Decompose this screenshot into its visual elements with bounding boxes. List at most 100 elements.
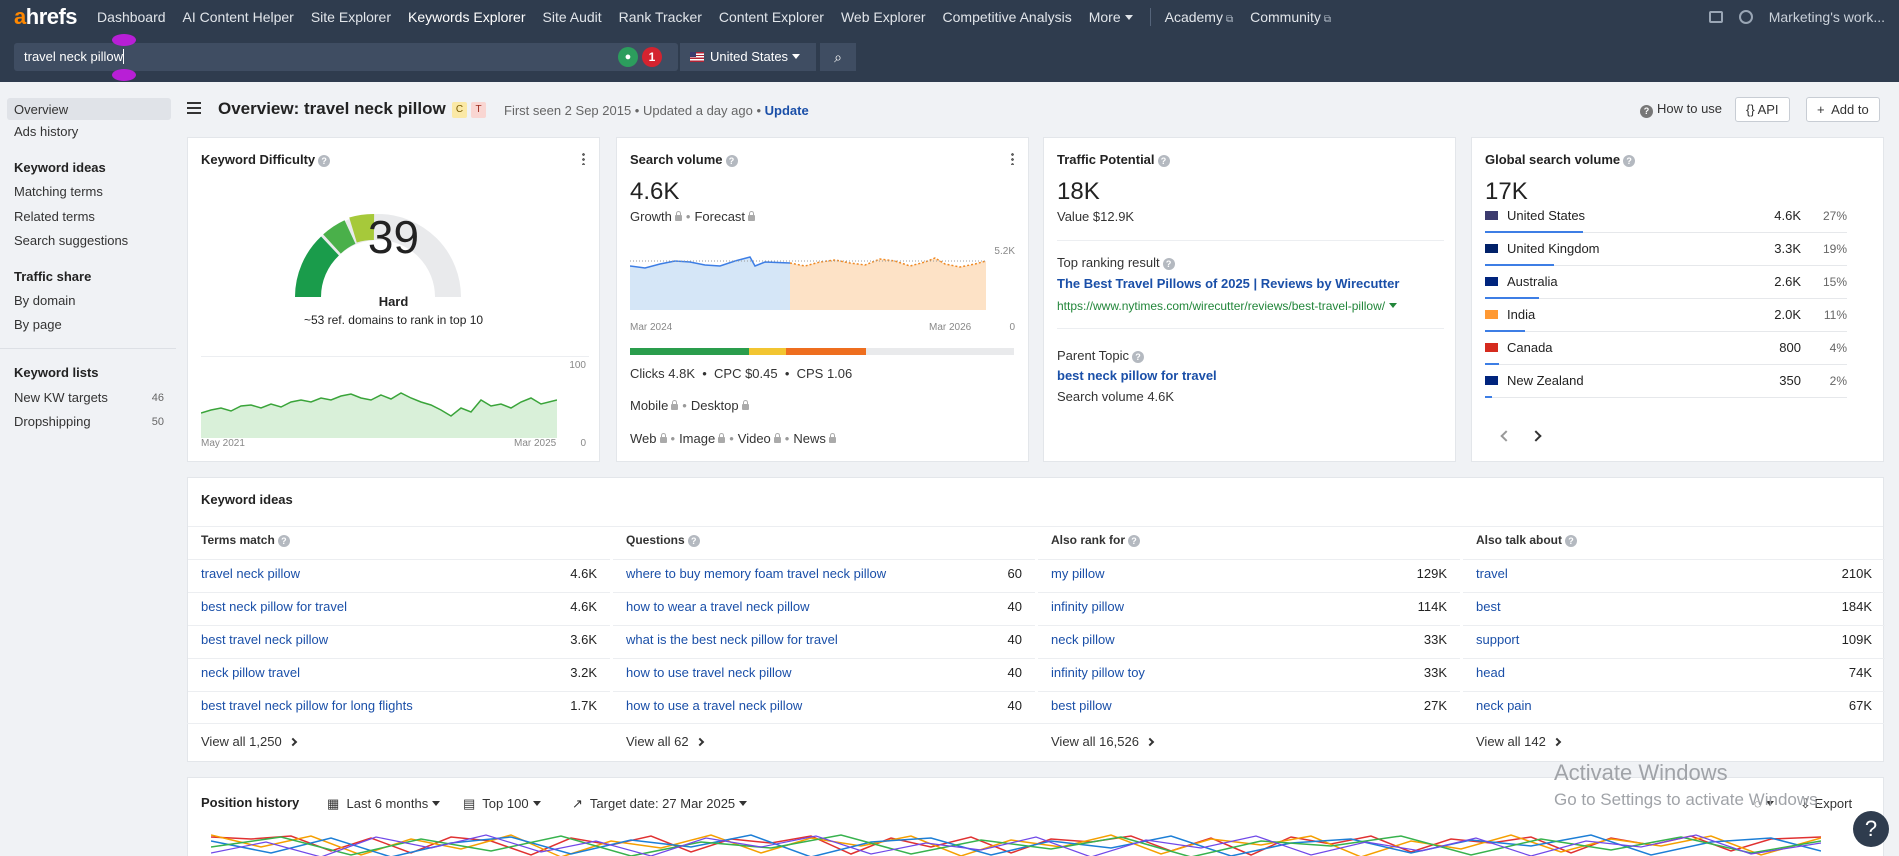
info-icon[interactable]: ? [725, 155, 738, 167]
view-all-link[interactable]: View all 16,526 [1051, 734, 1155, 749]
chevron-down-icon[interactable] [1389, 303, 1398, 308]
keyword-link[interactable]: infinity pillow [1051, 599, 1124, 614]
top-ranking-title[interactable]: The Best Travel Pillows of 2025 | Review… [1057, 276, 1399, 291]
panel-icon[interactable] [1708, 11, 1723, 23]
keyword-link[interactable]: infinity pillow toy [1051, 665, 1145, 680]
nav-site-explorer[interactable]: Site Explorer [311, 9, 391, 25]
parent-topic-keyword[interactable]: best neck pillow for travel [1057, 368, 1217, 383]
selection-handle-start[interactable] [112, 34, 136, 46]
keyword-link[interactable]: my pillow [1051, 566, 1104, 581]
nav-site-audit[interactable]: Site Audit [543, 9, 602, 25]
keyword-link[interactable]: best travel neck pillow for long flights [201, 698, 413, 713]
country-row[interactable]: United States 4.6K 27% [1485, 200, 1847, 233]
keyword-link[interactable]: what is the best neck pillow for travel [626, 632, 838, 647]
keyword-link[interactable]: best [1476, 599, 1501, 614]
how-to-use-link[interactable]: ? How to use [1640, 97, 1722, 122]
view-all-link[interactable]: View all 142 [1476, 734, 1562, 749]
search-input[interactable]: travel neck pillow [14, 43, 678, 71]
top-ranking-url[interactable]: https://www.nytimes.com/wirecutter/revie… [1057, 299, 1398, 313]
country-row[interactable]: India 2.0K 11% [1485, 299, 1847, 332]
target-date-select[interactable]: ↗ Target date: 27 Mar 2025 [572, 796, 748, 812]
notification-badge[interactable]: 1 [642, 47, 662, 67]
country-row[interactable]: United Kingdom 3.3K 19% [1485, 233, 1847, 266]
keyword-volume: 33K [1423, 665, 1447, 680]
nav-rank-tracker[interactable]: Rank Tracker [619, 9, 702, 25]
keyword-link[interactable]: how to wear a travel neck pillow [626, 599, 810, 614]
update-link[interactable]: Update [765, 103, 809, 118]
add-to-button[interactable]: + Add to [1806, 97, 1880, 122]
info-icon[interactable]: ? [277, 535, 290, 547]
sidebar-item-search-suggestions[interactable]: Search suggestions [14, 233, 128, 248]
nav-dashboard[interactable]: Dashboard [97, 9, 166, 25]
country-select[interactable]: United States [680, 43, 816, 71]
keyword-ideas-column-head[interactable]: Also talk about? [1476, 533, 1578, 547]
prev-page-icon[interactable] [1500, 430, 1512, 442]
top-positions-select[interactable]: ▤ Top 100 [463, 796, 541, 812]
keyword-link[interactable]: neck pillow [1051, 632, 1115, 647]
sidebar-item-by-page[interactable]: By page [14, 317, 62, 332]
view-all-link[interactable]: View all 62 [626, 734, 704, 749]
keyword-link[interactable]: support [1476, 632, 1519, 647]
keyword-link[interactable]: best pillow [1051, 698, 1112, 713]
nav-competitive-analysis[interactable]: Competitive Analysis [943, 9, 1072, 25]
more-options-icon[interactable] [1011, 152, 1014, 165]
keyword-link[interactable]: head [1476, 665, 1505, 680]
info-icon[interactable]: ? [1132, 351, 1145, 363]
menu-icon[interactable] [187, 102, 201, 114]
sidebar-item-overview[interactable]: Overview [7, 98, 171, 120]
info-icon[interactable]: ? [1623, 155, 1636, 167]
keyword-link[interactable]: how to use a travel neck pillow [626, 698, 802, 713]
info-icon[interactable]: ? [1565, 535, 1578, 547]
keyword-volume: 4.6K [570, 566, 597, 581]
kd-note: ~53 ref. domains to rank in top 10 [303, 313, 484, 327]
search-button[interactable]: ⌕ [820, 43, 856, 71]
selection-handle-end[interactable] [112, 69, 136, 81]
sidebar-heading-keyword-ideas[interactable]: Keyword ideas [14, 160, 106, 175]
keyword-ideas-column-head[interactable]: Also rank for? [1051, 533, 1141, 547]
keyword-volume: 33K [1423, 632, 1447, 647]
nav-more[interactable]: More [1089, 9, 1133, 25]
view-all-link[interactable]: View all 1,250 [201, 734, 297, 749]
country-row[interactable]: Canada 800 4% [1485, 332, 1847, 365]
keyword-idea-row: travel neck pillow 4.6K [188, 559, 610, 592]
next-page-icon[interactable] [1530, 430, 1542, 442]
sidebar-heading-traffic-share: Traffic share [14, 269, 92, 284]
info-icon[interactable]: ? [318, 155, 331, 167]
info-icon[interactable]: ? [1128, 535, 1141, 547]
help-button[interactable]: ? [1853, 811, 1889, 847]
nav-ai-content-helper[interactable]: AI Content Helper [183, 9, 294, 25]
nav-content-explorer[interactable]: Content Explorer [719, 9, 824, 25]
workspace-menu[interactable]: Marketing's work... [1769, 9, 1885, 25]
keyword-link[interactable]: travel [1476, 566, 1508, 581]
sidebar-item-related-terms[interactable]: Related terms [14, 209, 95, 224]
nav-web-explorer[interactable]: Web Explorer [841, 9, 926, 25]
country-row[interactable]: Australia 2.6K 15% [1485, 266, 1847, 299]
info-icon[interactable]: ? [1162, 258, 1175, 270]
country-row[interactable]: New Zealand 350 2% [1485, 365, 1847, 398]
api-button[interactable]: {} API [1735, 97, 1790, 122]
nav-academy[interactable]: Academy ⧉ [1165, 9, 1234, 25]
keyword-link[interactable]: best neck pillow for travel [201, 599, 347, 614]
sidebar-item-by-domain[interactable]: By domain [14, 293, 75, 308]
nav-keywords-explorer[interactable]: Keywords Explorer [408, 9, 526, 25]
nav-community[interactable]: Community ⧉ [1250, 9, 1331, 25]
keyword-link[interactable]: how to use travel neck pillow [626, 665, 791, 680]
keyword-link[interactable]: neck pillow travel [201, 665, 300, 680]
ahrefs-logo[interactable]: ahrefs [14, 4, 78, 30]
keyword-link[interactable]: best travel neck pillow [201, 632, 328, 647]
keyword-link[interactable]: neck pain [1476, 698, 1532, 713]
sidebar-item-dropshipping[interactable]: Dropshipping [14, 414, 91, 429]
keyword-ideas-column-head[interactable]: Questions? [626, 533, 700, 547]
keyword-link[interactable]: where to buy memory foam travel neck pil… [626, 566, 886, 581]
keyword-ideas-column-head[interactable]: Terms match? [201, 533, 290, 547]
info-icon[interactable]: ? [1157, 155, 1170, 167]
more-options-icon[interactable] [582, 152, 585, 165]
keyword-link[interactable]: travel neck pillow [201, 566, 300, 581]
info-icon[interactable]: ? [687, 535, 700, 547]
assistant-icon[interactable]: ● [618, 47, 638, 67]
date-range-select[interactable]: ▦ Last 6 months [327, 796, 441, 812]
sidebar-item-ads-history[interactable]: Ads history [14, 124, 78, 139]
sidebar-item-new-kw-targets[interactable]: New KW targets [14, 390, 108, 405]
history-icon[interactable] [1738, 10, 1753, 24]
sidebar-item-matching-terms[interactable]: Matching terms [14, 184, 103, 199]
